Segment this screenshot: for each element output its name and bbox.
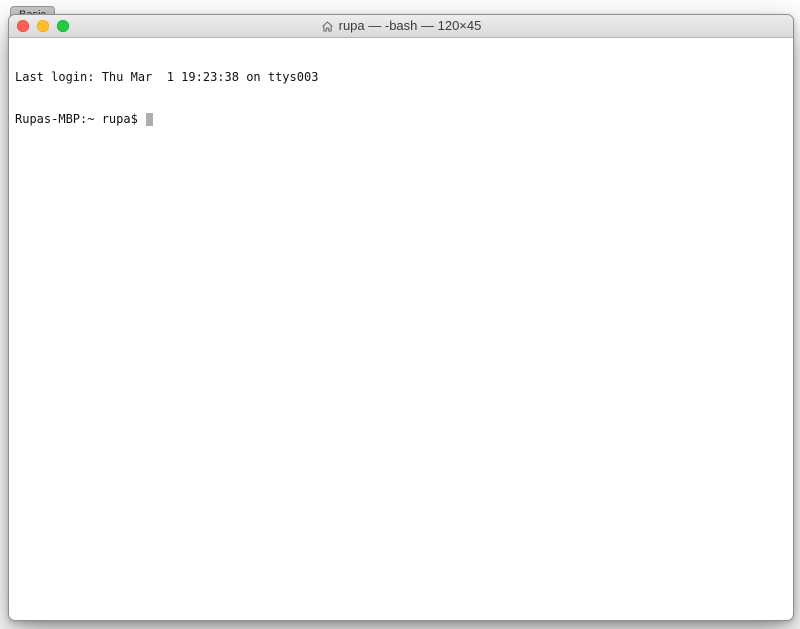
terminal-window: rupa — -bash — 120×45 Last login: Thu Ma… xyxy=(8,14,794,621)
minimize-button[interactable] xyxy=(37,20,49,32)
terminal-line-last-login: Last login: Thu Mar 1 19:23:38 on ttys00… xyxy=(15,70,787,84)
window-title-text: rupa — -bash — 120×45 xyxy=(339,15,482,37)
window-title: rupa — -bash — 120×45 xyxy=(321,15,482,37)
window-controls xyxy=(17,20,69,32)
window-titlebar[interactable]: rupa — -bash — 120×45 xyxy=(9,15,793,38)
terminal-viewport[interactable]: Last login: Thu Mar 1 19:23:38 on ttys00… xyxy=(9,38,793,620)
terminal-prompt-line: Rupas-MBP:~ rupa$ xyxy=(15,112,787,126)
home-icon xyxy=(321,20,334,33)
close-button[interactable] xyxy=(17,20,29,32)
terminal-prompt: Rupas-MBP:~ rupa$ xyxy=(15,112,145,126)
zoom-button[interactable] xyxy=(57,20,69,32)
terminal-cursor xyxy=(146,113,153,126)
